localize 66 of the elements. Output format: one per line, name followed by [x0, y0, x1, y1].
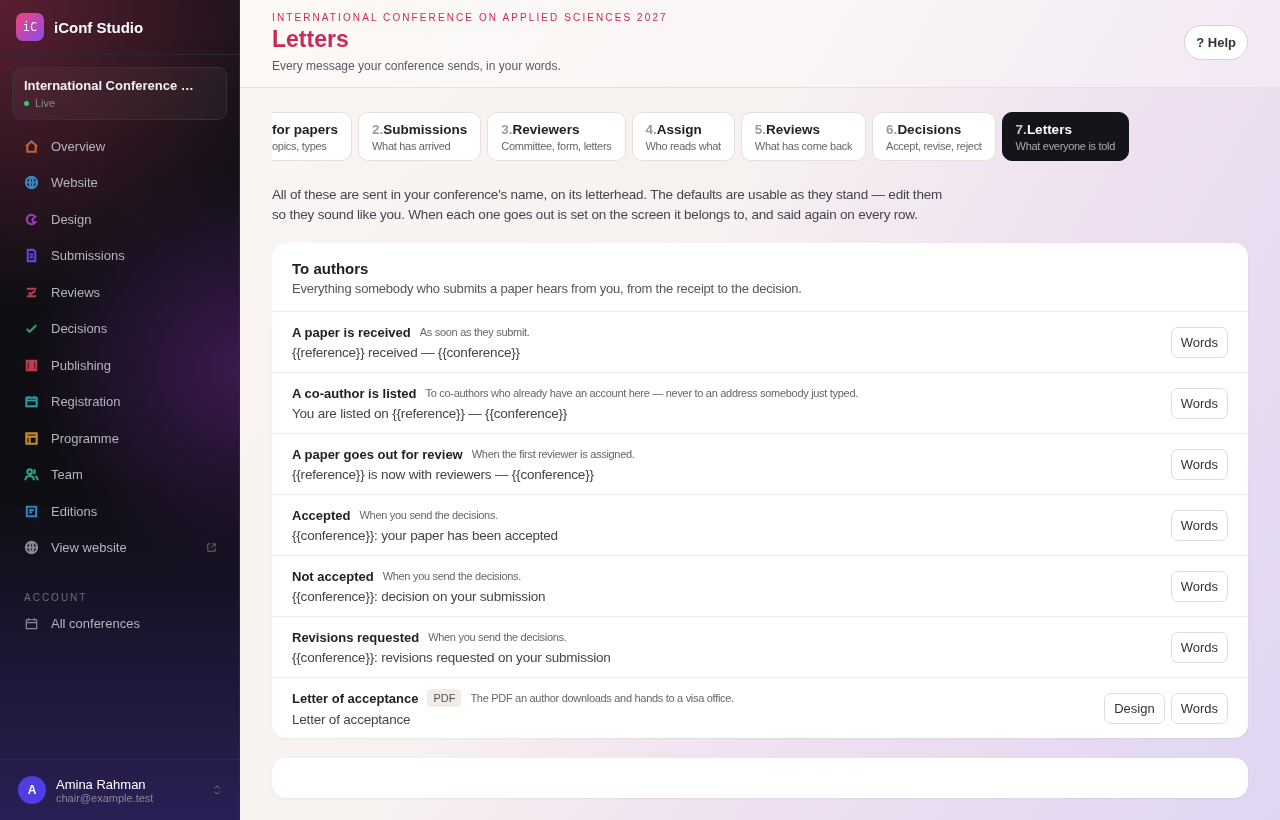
letter-subject: {{reference}} is now with reviewers — {{conference}}	[292, 466, 595, 482]
page-title: Letters	[272, 26, 350, 53]
edit-button[interactable]: Words	[1170, 692, 1228, 724]
letter-note: When you send the decisions.	[428, 631, 567, 643]
step-tab[interactable]: for papers opics, types	[272, 112, 353, 161]
letter-note: The PDF an author downloads and hands to a visa office.	[470, 692, 734, 704]
section-heading: ACCOUNT	[23, 591, 89, 605]
letter-title: A co-author is listed	[292, 385, 417, 401]
help-button[interactable]: ? Help	[1184, 25, 1248, 60]
edit-button[interactable]: Words	[1170, 448, 1228, 480]
edit-button[interactable]: Words	[1170, 326, 1228, 358]
letter-subject: {{conference}}: your paper has been accepted	[292, 527, 558, 543]
nav-item[interactable]: Team	[0, 456, 239, 493]
edit-button[interactable]: Design	[1104, 692, 1165, 724]
intro-text: All of these are sent in your conference's name, on its letterhead. The defaults are usable as they stand — edit them so they sound like you. When each one goes out is set on the screen it belongs to, and said again on every row.	[272, 186, 944, 224]
step-tab[interactable]: 6.Decisions Accept, revise, reject	[872, 112, 996, 161]
letter-title: A paper goes out for review	[292, 446, 463, 462]
app-name: iConf Studio	[54, 18, 144, 36]
nav-item[interactable]: Publishing	[0, 347, 239, 384]
nav-item[interactable]: View website	[0, 529, 239, 566]
nav-item[interactable]: Design	[0, 201, 239, 238]
nav-item[interactable]: Decisions	[0, 310, 239, 347]
nav-item[interactable]: Editions	[0, 493, 239, 530]
user-avatar: A	[18, 776, 46, 804]
conference-name: INTERNATIONAL CONFERENCE ON APPLIED SCIENCES 2027	[272, 12, 668, 23]
edit-button[interactable]: Words	[1170, 570, 1228, 602]
letter-note: When you send the decisions.	[359, 509, 498, 521]
page-subtitle: Every message your conference sends, in your words.	[272, 59, 562, 73]
step-tab[interactable]: 7.Letters What everyone is told	[1001, 112, 1130, 161]
nav-item[interactable]: Reviews	[0, 274, 239, 311]
letter-title: A paper is received	[292, 324, 411, 340]
chevron-updown-icon[interactable]	[213, 784, 221, 796]
nav-item[interactable]: Website	[0, 164, 239, 201]
nav-item[interactable]: All conferences	[0, 605, 239, 642]
letter-subject: {{conference}}: revisions requested on your submission	[292, 649, 611, 665]
conference-switcher[interactable]: International Conference … Live	[12, 67, 227, 120]
letter-title: Letter of acceptance	[292, 690, 419, 706]
user-name: Amina Rahman	[56, 776, 147, 792]
user-email: chair@example.test	[56, 791, 155, 804]
letter-note: When you send the decisions.	[382, 570, 521, 582]
edit-button[interactable]: Words	[1170, 631, 1228, 663]
card-title: To authors	[292, 260, 370, 277]
calendar-icon	[24, 615, 39, 631]
letter-note: As soon as they submit.	[419, 326, 530, 338]
letter-title: Accepted	[292, 507, 351, 523]
nav-item[interactable]: Programme	[0, 420, 239, 457]
letter-subject: Letter of acceptance	[292, 712, 412, 727]
letter-note: To co-authors who already have an account here — never to an address somebody just typed.	[425, 387, 858, 399]
card-subtitle: Everything somebody who submits a paper hears from you, from the receipt to the decision.	[292, 281, 803, 296]
nav-item[interactable]: Overview	[0, 128, 239, 165]
step-tab[interactable]: 3.Reviewers Committee, form, letters	[487, 112, 626, 161]
letter-subject: You are listed on {{reference}} — {{conference}}	[292, 405, 569, 421]
letter-subject: {{reference}} received — {{conference}}	[292, 344, 521, 360]
step-tab[interactable]: 4.Assign Who reads what	[631, 112, 735, 161]
letter-subject: {{conference}}: decision on your submission	[292, 588, 546, 604]
edit-button[interactable]: Words	[1170, 509, 1228, 541]
step-tab[interactable]: 2.Submissions What has arrived	[358, 112, 482, 161]
letter-note: When the first reviewer is assigned.	[471, 448, 635, 460]
app-logo: iC	[16, 13, 44, 41]
edit-button[interactable]: Words	[1170, 387, 1228, 419]
letter-title: Revisions requested	[292, 629, 420, 645]
nav-item[interactable]: Submissions	[0, 237, 239, 274]
format-tag: PDF	[427, 689, 462, 707]
step-tab[interactable]: 5.Reviews What has come back	[740, 112, 867, 161]
nav-item[interactable]: Registration	[0, 383, 239, 420]
letter-title: Not accepted	[292, 568, 374, 584]
